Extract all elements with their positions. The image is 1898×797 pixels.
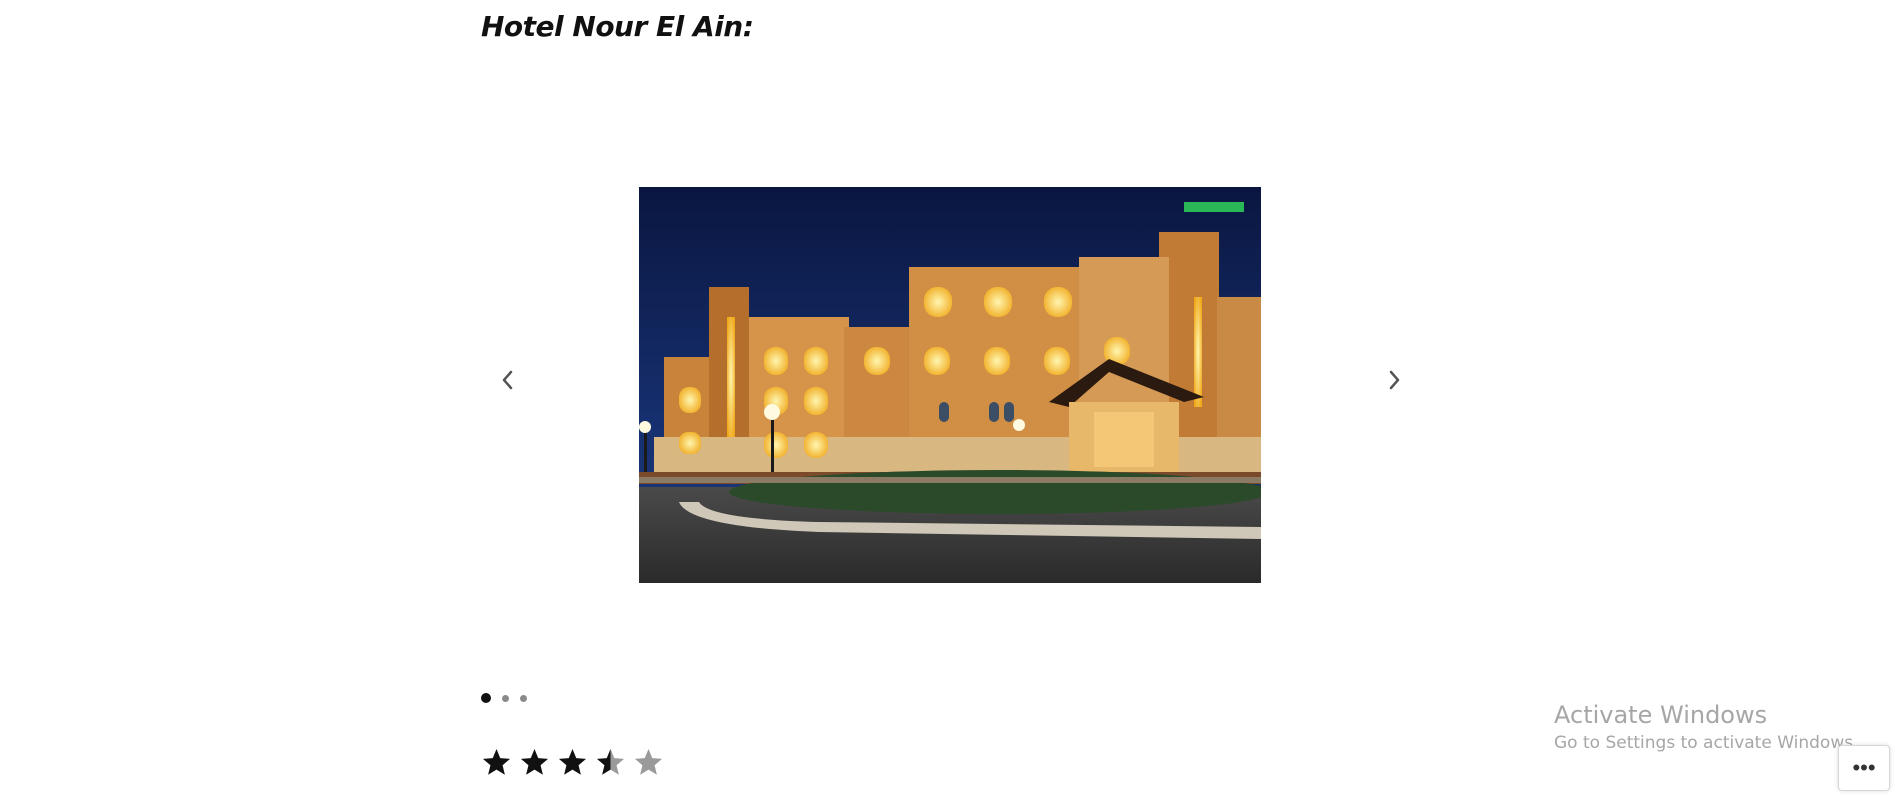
carousel-dot-3[interactable] [520,694,527,702]
star-empty-icon [634,748,663,775]
slide-image[interactable] [639,187,1261,583]
carousel-dot-2[interactable] [502,694,509,702]
page: Hotel Nour El Ain: Activate Windows Go t… [0,0,1898,797]
star-icon [482,748,511,775]
carousel-pagination [481,693,527,703]
chevron-right-icon [1389,370,1400,390]
watermark-title: Activate Windows [1554,701,1768,729]
star-half-icon [596,748,625,775]
image-carousel [481,130,1421,630]
chevron-left-icon [502,370,513,390]
windows-activation-watermark: Activate Windows Go to Settings to activ… [1554,700,1859,756]
watermark-subtitle: Go to Settings to activate Windows. [1554,733,1859,753]
page-title: Hotel Nour El Ain: [481,10,754,43]
carousel-next-button[interactable] [1377,363,1411,397]
star-rating [481,747,664,778]
star-icon [520,748,549,775]
carousel-dot-1[interactable] [481,693,491,703]
star-icon [558,748,587,775]
more-options-button[interactable]: ••• [1838,745,1890,791]
more-horizontal-icon: ••• [1852,755,1876,780]
hotel-photo [639,187,1261,583]
carousel-prev-button[interactable] [491,363,525,397]
